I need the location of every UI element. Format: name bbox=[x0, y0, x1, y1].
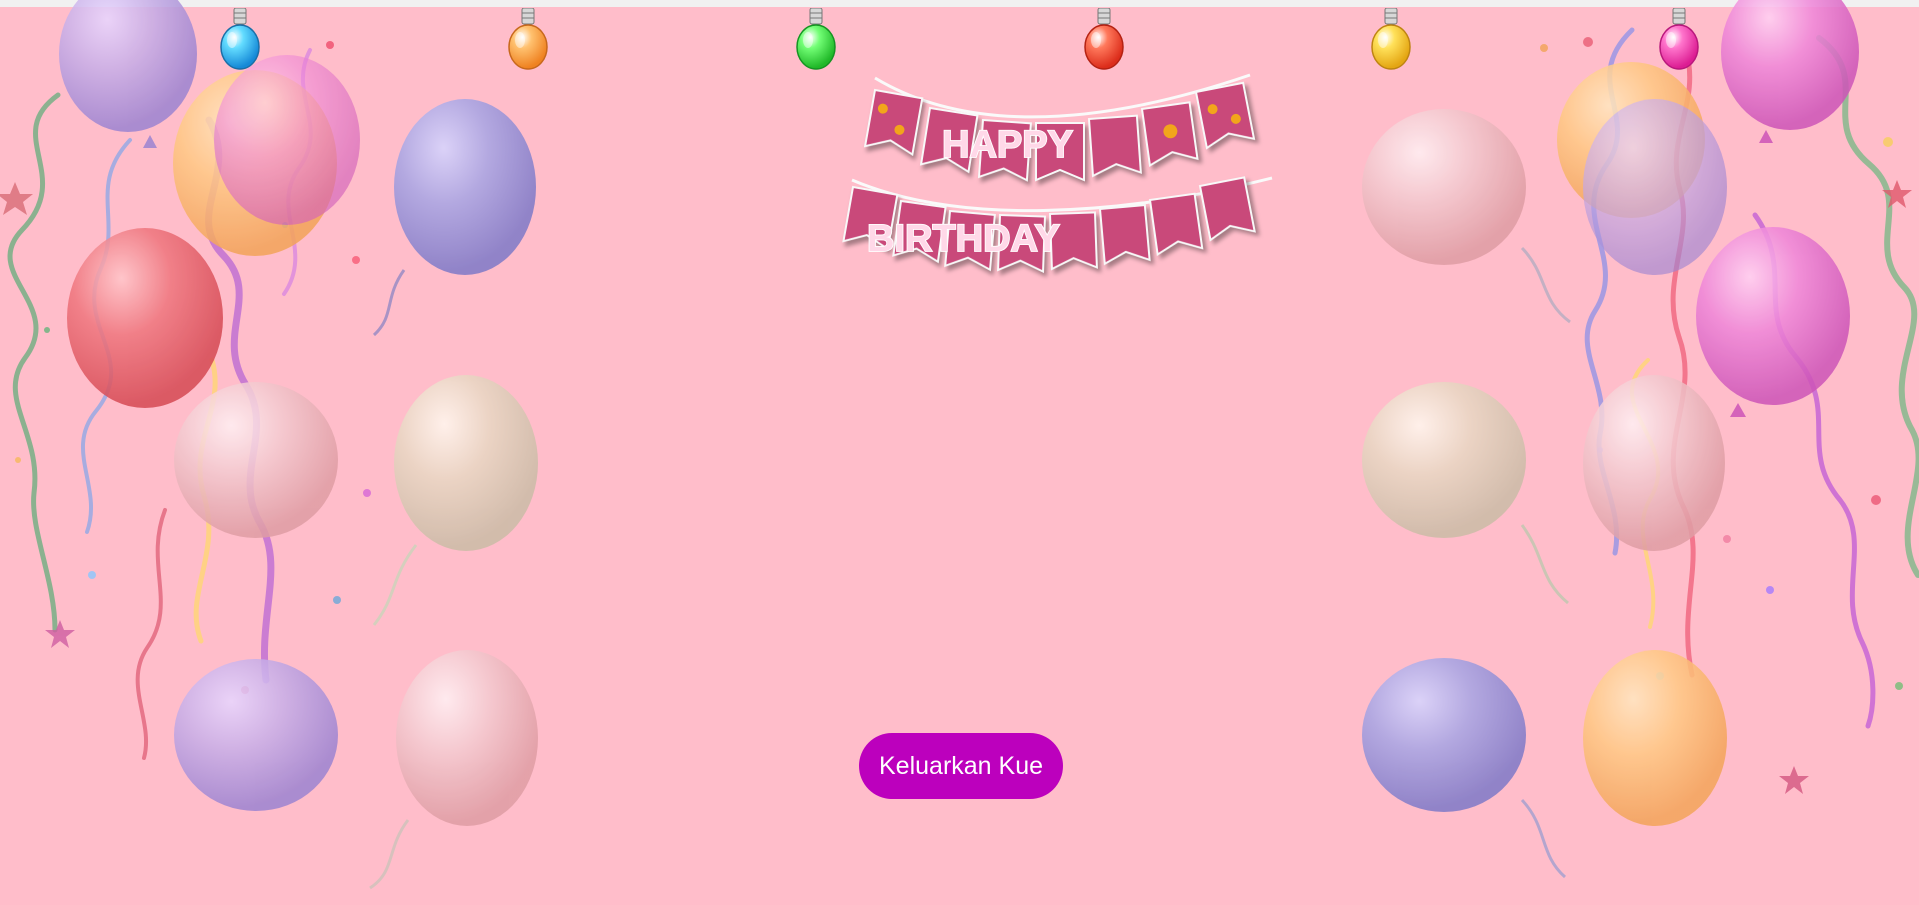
balloon-icon bbox=[1362, 0, 1859, 879]
happy-birthday-banner: HAPPY BIRTHDAY bbox=[842, 73, 1273, 274]
orange-bulb-icon bbox=[508, 8, 548, 70]
pink-bulb-icon bbox=[1659, 8, 1699, 70]
banner-line-one: HAPPY bbox=[942, 124, 1073, 166]
keluarkan-kue-button[interactable]: Keluarkan Kue bbox=[859, 733, 1064, 799]
browser-top-strip bbox=[0, 0, 1919, 7]
yellow-bulb-icon bbox=[1371, 8, 1411, 70]
birthday-page: HAPPY BIRTHDAY Keluarkan Kue bbox=[0, 0, 1919, 905]
cake-action-container: Keluarkan Kue bbox=[859, 733, 1064, 799]
balloon-icon bbox=[59, 0, 538, 890]
red-bulb-icon bbox=[1084, 8, 1124, 70]
banner-line-two: BIRTHDAY bbox=[867, 218, 1060, 260]
blue-bulb-icon bbox=[220, 8, 260, 70]
green-bulb-icon bbox=[796, 8, 836, 70]
